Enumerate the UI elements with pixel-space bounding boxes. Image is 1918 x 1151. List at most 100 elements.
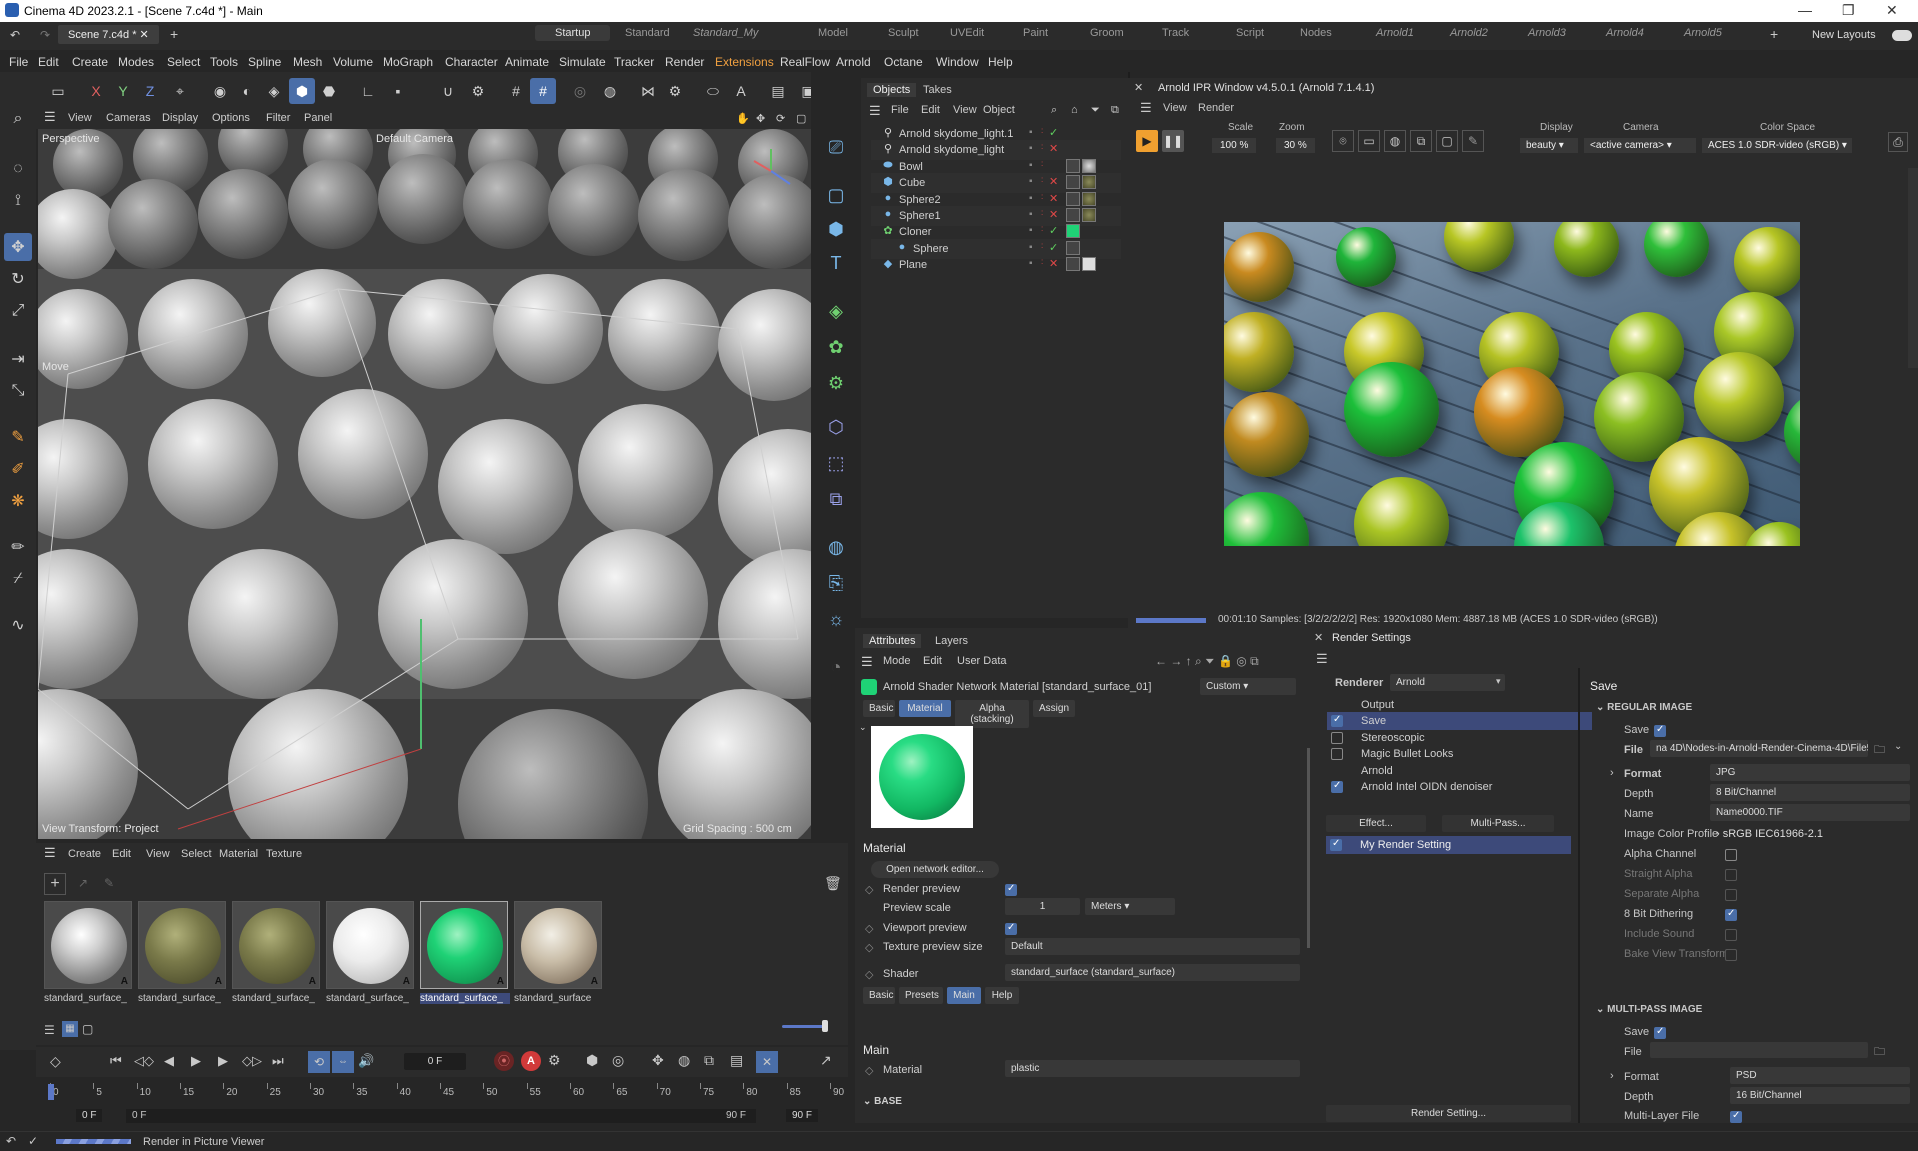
new-layouts-label[interactable]: New Layouts bbox=[1812, 29, 1876, 41]
transfer-tool-icon[interactable]: ⇥ bbox=[4, 345, 32, 373]
camera-dropdown[interactable]: <active camera> ▾ bbox=[1584, 138, 1696, 153]
multipass-image-header[interactable]: ⌄ MULTI-PASS IMAGE bbox=[1596, 1004, 1702, 1015]
shader-subtab-basic[interactable]: Basic bbox=[863, 987, 895, 1004]
new-layouts-toggle[interactable] bbox=[1892, 30, 1912, 41]
grid-view-icon[interactable]: ▦ bbox=[62, 1021, 78, 1037]
my-render-setting-row[interactable]: My Render Setting bbox=[1326, 836, 1571, 854]
open-network-editor-button[interactable]: Open network editor... bbox=[871, 861, 999, 878]
timeline-ruler[interactable]: 0 5 10 15 20 25 30 35 40 45 50 55 60 65 70 75 80 85 90 bbox=[44, 1083, 844, 1103]
ipr-pause-button[interactable]: ❚❚ bbox=[1162, 130, 1184, 152]
render-setting-button[interactable]: Render Setting... bbox=[1326, 1105, 1571, 1122]
prev-key-icon[interactable]: ◁◇ bbox=[134, 1053, 154, 1069]
loop-icon[interactable]: ⟲ bbox=[308, 1051, 330, 1073]
render-dot-icon[interactable]: : bbox=[1041, 126, 1043, 135]
viewport-pan-icon[interactable]: ✋ bbox=[736, 112, 750, 125]
brush-tool-icon[interactable]: ✏ bbox=[4, 533, 32, 561]
play-icon[interactable]: ▶ bbox=[191, 1053, 201, 1069]
render-dot-icon[interactable]: : bbox=[1041, 192, 1043, 201]
material-tag-icon[interactable] bbox=[1066, 158, 1080, 173]
material-tag-icon[interactable] bbox=[1066, 208, 1080, 222]
material-label[interactable]: standard_surface_ bbox=[326, 993, 416, 1004]
attr-custom-dropdown[interactable]: Custom ▾ bbox=[1200, 678, 1296, 695]
material-tag-icon[interactable] bbox=[1082, 208, 1096, 222]
mat-menu-create[interactable]: Create bbox=[68, 848, 101, 860]
menu-extensions[interactable]: Extensions bbox=[715, 55, 774, 69]
cloner-icon[interactable]: ✿ bbox=[821, 332, 851, 362]
key-scale-icon[interactable]: ✥ bbox=[652, 1052, 664, 1069]
file-options-icon[interactable]: ⌄ bbox=[1894, 741, 1902, 752]
key-param-icon[interactable]: ◍ bbox=[678, 1052, 690, 1069]
ri-format-dropdown[interactable]: JPG bbox=[1710, 764, 1910, 781]
objects-menu-view[interactable]: View bbox=[953, 104, 977, 116]
render-dot-icon[interactable]: : bbox=[1041, 224, 1043, 233]
rs-page-checkbox[interactable] bbox=[1331, 748, 1343, 761]
rotate-tool-icon[interactable]: ↻ bbox=[4, 265, 32, 293]
visibility-icon[interactable]: ▪ bbox=[1029, 176, 1033, 187]
go-end-icon[interactable]: ⏭ bbox=[272, 1053, 284, 1069]
menu-mesh[interactable]: Mesh bbox=[293, 55, 322, 69]
tweak-mode-icon[interactable]: ▪ bbox=[385, 78, 411, 104]
visibility-icon[interactable]: ▪ bbox=[1029, 127, 1033, 138]
ipr-settings-icon[interactable]: ⎙ bbox=[1888, 132, 1908, 152]
visibility-icon[interactable]: ▪ bbox=[1029, 209, 1033, 220]
key-settings-icon[interactable]: ⚙ bbox=[548, 1052, 561, 1069]
light-icon[interactable]: ☼ bbox=[821, 604, 851, 634]
keyframe-icon[interactable]: ◇ bbox=[865, 968, 873, 981]
camera-icon[interactable]: ⎚ bbox=[821, 132, 851, 162]
timeline-graph-icon[interactable]: ↗ bbox=[820, 1052, 832, 1069]
soft-selection-icon[interactable]: ◍ bbox=[597, 78, 623, 104]
objects-menu-icon[interactable]: ☰ bbox=[869, 103, 881, 119]
null-object-icon[interactable]: ▢ bbox=[821, 180, 851, 210]
playhead[interactable] bbox=[48, 1084, 54, 1100]
material-tag-icon[interactable] bbox=[1082, 191, 1096, 206]
material-tag-icon[interactable] bbox=[1082, 158, 1096, 173]
material-label[interactable]: standard_surface bbox=[514, 993, 604, 1004]
viewport-move-icon[interactable]: ✥ bbox=[756, 112, 765, 125]
rs-page-arnold[interactable]: Arnold bbox=[1327, 762, 1592, 780]
layout-tab-arnold1[interactable]: Arnold1 bbox=[1376, 27, 1414, 39]
preview-unit-dropdown[interactable]: Meters ▾ bbox=[1085, 898, 1175, 915]
add-material-icon[interactable]: + bbox=[44, 873, 66, 895]
sound-icon[interactable]: 🔊 bbox=[358, 1053, 374, 1069]
material-thumb[interactable]: A bbox=[44, 901, 132, 989]
shader-subtab-presets[interactable]: Presets bbox=[899, 987, 943, 1004]
history-icon[interactable]: ↶ bbox=[6, 1134, 16, 1148]
tab-attributes[interactable]: Attributes bbox=[863, 634, 922, 648]
ri-name-dropdown[interactable]: Name0000.TIF bbox=[1710, 804, 1910, 821]
undo-icon[interactable]: ↶ bbox=[10, 28, 20, 42]
menu-tracker[interactable]: Tracker bbox=[614, 55, 654, 69]
frame-field[interactable]: 0 F bbox=[404, 1053, 466, 1070]
menu-spline[interactable]: Spline bbox=[248, 55, 281, 69]
subdivision-icon[interactable]: ◈ bbox=[821, 296, 851, 326]
my-render-setting-checkbox[interactable] bbox=[1330, 838, 1342, 851]
viewport-menu-icon[interactable]: ☰ bbox=[44, 109, 56, 125]
material-tag-icon[interactable] bbox=[1066, 175, 1080, 190]
menu-modes[interactable]: Modes bbox=[118, 55, 154, 69]
uv-mode-icon[interactable]: ⬣ bbox=[316, 78, 342, 104]
mp-multilayer-checkbox[interactable] bbox=[1730, 1110, 1742, 1123]
y-axis-button[interactable]: Y bbox=[110, 78, 136, 104]
material-tag-icon[interactable] bbox=[1066, 224, 1080, 239]
scale-input[interactable]: 100 % bbox=[1212, 138, 1257, 153]
material-tag-icon[interactable] bbox=[1082, 175, 1096, 190]
render-dot-icon[interactable]: : bbox=[1041, 142, 1043, 151]
autokey-icon[interactable]: A bbox=[521, 1051, 541, 1071]
texture-preview-size-dropdown[interactable]: Default bbox=[1005, 938, 1300, 955]
visibility-icon[interactable]: ▪ bbox=[1029, 160, 1033, 171]
attr-menu-userdata[interactable]: User Data bbox=[957, 655, 1007, 667]
render-region-icon[interactable]: ▤ bbox=[765, 78, 791, 104]
prev-frame-icon[interactable]: ◀ bbox=[164, 1053, 174, 1069]
ipr-menu-icon[interactable]: ☰ bbox=[1140, 100, 1152, 116]
ipr-menu-view[interactable]: View bbox=[1163, 102, 1187, 114]
add-layout-icon[interactable]: + bbox=[1770, 26, 1778, 42]
layout-tab-startup[interactable]: Startup bbox=[535, 25, 611, 41]
rs-page-save[interactable]: Save bbox=[1327, 712, 1592, 731]
render-dot-icon[interactable]: : bbox=[1041, 257, 1043, 266]
disabled-x-icon[interactable]: ✕ bbox=[1049, 142, 1058, 155]
redo-icon[interactable]: ↷ bbox=[40, 28, 50, 42]
add-doc-icon[interactable]: + bbox=[170, 26, 178, 42]
material-tag-icon[interactable] bbox=[1066, 191, 1080, 206]
doc-tab[interactable]: Scene 7.c4d * ✕ bbox=[58, 25, 159, 44]
display-dropdown[interactable]: beauty ▾ bbox=[1520, 138, 1578, 153]
attr-subtab-assign[interactable]: Assign bbox=[1033, 700, 1075, 717]
